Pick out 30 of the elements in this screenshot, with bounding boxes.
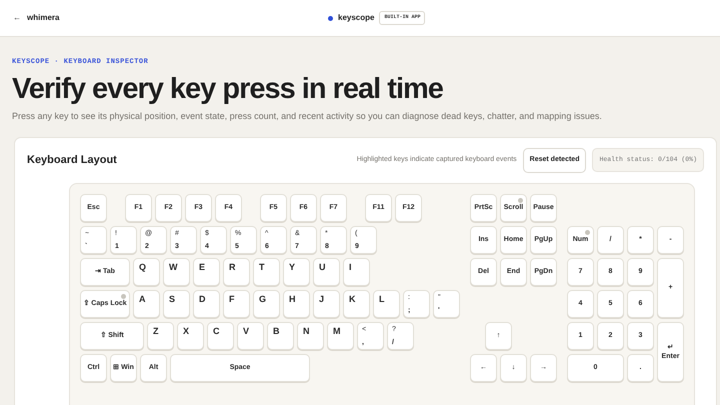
keyboard-key[interactable]: H [283, 290, 310, 318]
keyboard-key[interactable]: X [177, 322, 204, 350]
keyboard-key[interactable]: U [313, 258, 340, 286]
keyboard-key[interactable]: W [163, 258, 190, 286]
page-title: Verify every key press in real time [12, 72, 444, 106]
keyboard-key[interactable]: V [237, 322, 264, 350]
keyboard-key[interactable]: C [207, 322, 234, 350]
keyboard-key[interactable]: M [327, 322, 354, 350]
keyboard-key[interactable]: A [133, 290, 160, 318]
brand-name[interactable]: whimera [27, 12, 60, 24]
keyboard-key[interactable]: F [223, 290, 250, 318]
keyboard-key[interactable]: G [253, 290, 280, 318]
keyboard-key[interactable]: R [223, 258, 250, 286]
keyboard-key[interactable]: D [193, 290, 220, 318]
keyboard-key[interactable]: I [343, 258, 370, 286]
app-name: keyscope [338, 12, 374, 24]
keyboard-key[interactable]: Q [133, 258, 160, 286]
keyboard-key[interactable]: Z [147, 322, 174, 350]
keyboard-key[interactable]: S [163, 290, 190, 318]
keyboard-key[interactable]: J [313, 290, 340, 318]
keyboard-key[interactable]: E [193, 258, 220, 286]
keyboard-key[interactable]: N [297, 322, 324, 350]
keyboard-key[interactable]: B [267, 322, 294, 350]
keyboard-key[interactable]: K [343, 290, 370, 318]
keyboard-key[interactable]: T [253, 258, 280, 286]
keyboard-key[interactable]: L [373, 290, 400, 318]
page-subtitle: Press any key to see its physical position, event state, press count, and recent activity so you can diagnose dead keys, chatter, and mapping issues. [12, 110, 603, 123]
keyboard-key[interactable]: Y [283, 258, 310, 286]
panel-title: Keyboard Layout [27, 153, 117, 168]
back-arrow[interactable]: ← [13, 12, 21, 24]
